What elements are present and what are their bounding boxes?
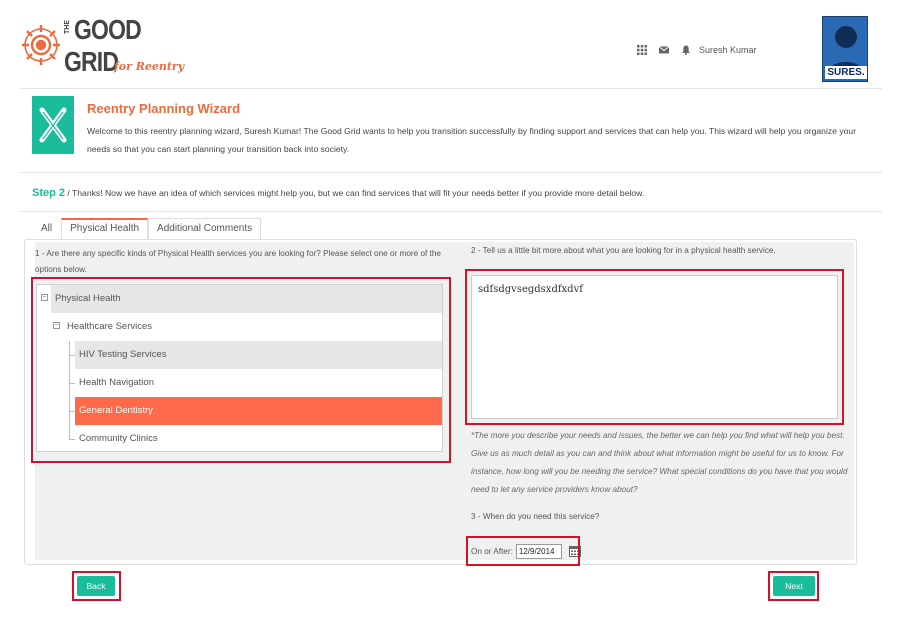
tree-node-label: Community Clinics — [79, 433, 158, 444]
question-2: 2 - Tell us a little bit more about what… — [471, 246, 776, 255]
tree-node-label: Physical Health — [55, 293, 121, 304]
user-avatar[interactable]: SURES. — [822, 16, 868, 82]
wizard-title: Reentry Planning Wizard — [87, 101, 241, 116]
envelope-icon[interactable] — [659, 45, 669, 55]
back-button[interactable]: Back — [77, 576, 115, 596]
logo-reentry: for Reentry — [114, 60, 185, 73]
date-input[interactable]: 12/9/2014 — [515, 543, 562, 559]
tab-physical-health[interactable]: Physical Health — [61, 218, 149, 240]
collapse-icon[interactable]: − — [41, 294, 48, 301]
help-text: *The more you describe your needs and is… — [471, 431, 848, 494]
user-name[interactable]: Suresh Kumar — [699, 45, 757, 55]
wizard-description: Welcome to this reentry planning wizard,… — [87, 126, 857, 154]
calendar-icon[interactable] — [568, 545, 581, 557]
tree-node-community-clinics[interactable]: Community Clinics — [75, 425, 442, 453]
tree-node-label: HIV Testing Services — [79, 349, 167, 360]
tab-additional-comments[interactable]: Additional Comments — [148, 218, 262, 240]
tree-node-healthcare-services[interactable]: Healthcare Services — [63, 313, 442, 341]
logo-good: GOOD — [74, 14, 142, 45]
step-text: / Thanks! Now we have an idea of which s… — [65, 188, 645, 198]
step-label: Step 2 — [32, 187, 66, 199]
wizard-intro: Reentry Planning Wizard Welcome to this … — [20, 88, 882, 172]
tree-node-health-navigation[interactable]: Health Navigation — [75, 369, 442, 397]
tree-node-label: Health Navigation — [79, 377, 154, 388]
tab-all[interactable]: All — [32, 218, 61, 240]
app-header: THE GOOD GRID for Reentry Suresh Kumar S… — [0, 0, 902, 88]
question-1: 1 - Are there any specific kinds of Phys… — [35, 249, 441, 274]
service-tree: Physical Health − Healthcare Services − … — [36, 284, 443, 452]
logo-the: THE — [64, 20, 71, 34]
question-3: 3 - When do you need this service? — [471, 512, 600, 521]
step-indicator: Step 2 / Thanks! Now we have an idea of … — [20, 172, 882, 212]
pencil-cross-icon — [39, 107, 67, 143]
tree-node-label: General Dentistry — [79, 405, 153, 416]
top-nav-icons: Suresh Kumar — [637, 43, 757, 57]
next-button[interactable]: Next — [773, 576, 815, 596]
tree-node-general-dentistry[interactable]: General Dentistry — [75, 397, 442, 425]
apps-grid-icon[interactable] — [637, 45, 647, 55]
logo-gear-icon — [22, 25, 60, 65]
good-grid-logo[interactable]: THE GOOD GRID for Reentry — [18, 14, 184, 80]
tree-node-label: Healthcare Services — [67, 321, 153, 332]
collapse-icon[interactable]: − — [53, 322, 60, 329]
date-row: On or After: 12/9/2014 — [471, 543, 581, 559]
tree-node-physical-health[interactable]: Physical Health — [51, 285, 442, 313]
logo-grid: GRID — [64, 46, 119, 77]
avatar-label: SURES. — [825, 66, 867, 79]
tree-node-hiv-testing[interactable]: HIV Testing Services — [75, 341, 442, 369]
wizard-icon — [32, 96, 74, 154]
category-tabs: All Physical Health Additional Comments — [32, 218, 262, 240]
details-textarea[interactable]: sdfsdgvsegdsxdfxdvf — [471, 275, 838, 419]
date-label: On or After: — [471, 546, 513, 556]
bell-icon[interactable] — [681, 45, 691, 55]
